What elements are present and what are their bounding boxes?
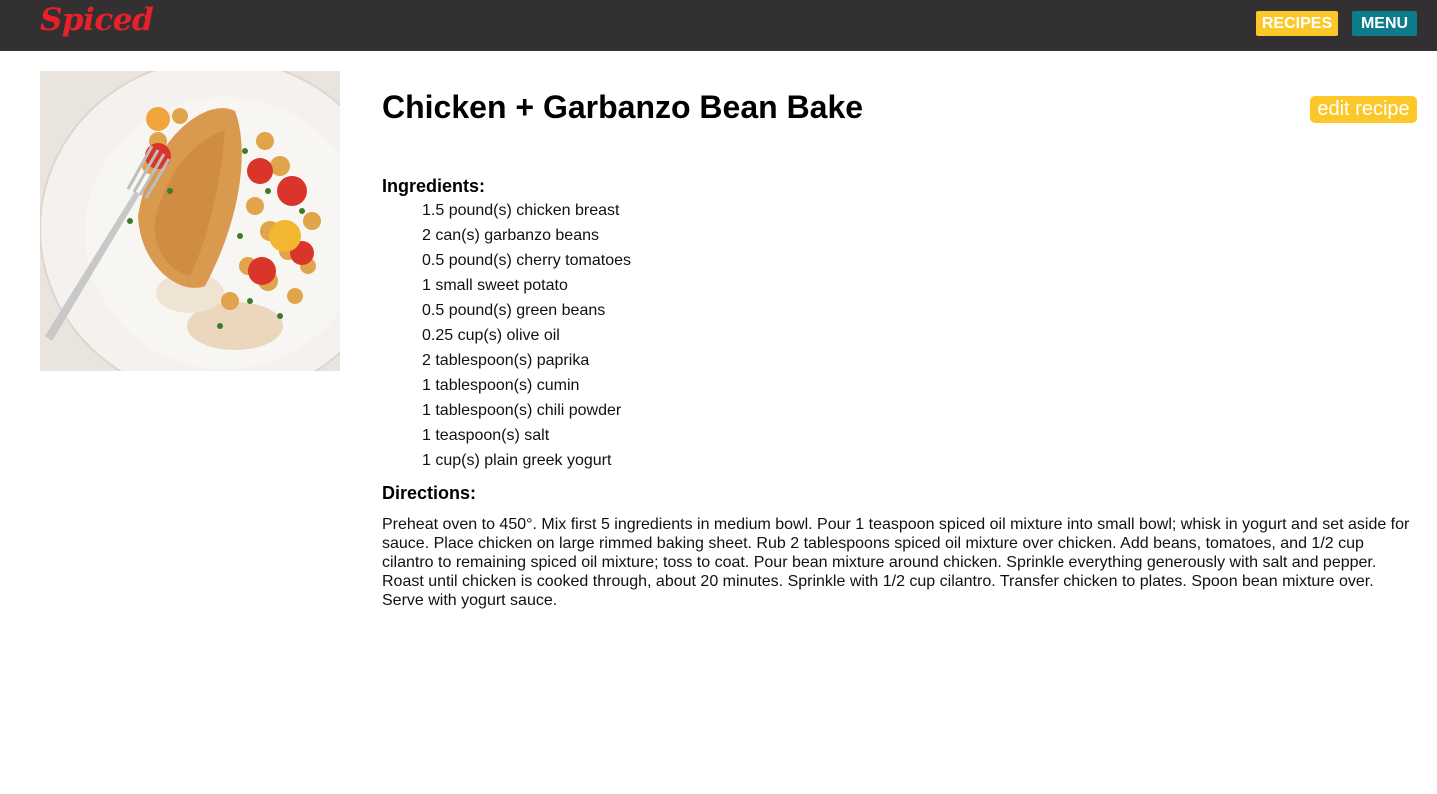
- ingredient-item: 0.5 pound(s) green beans: [422, 302, 606, 319]
- ingredient-item: 1.5 pound(s) chicken breast: [422, 202, 620, 219]
- recipe-title: Chicken + Garbanzo Bean Bake: [382, 89, 864, 125]
- directions-text: Preheat oven to 450°. Mix first 5 ingred…: [382, 516, 1410, 609]
- edit-recipe-button[interactable]: edit recipe: [1310, 96, 1417, 123]
- top-navbar: Spiced RECIPES MENU: [0, 0, 1437, 51]
- ingredient-item: 1 teaspoon(s) salt: [422, 427, 550, 444]
- ingredient-item: 1 tablespoon(s) cumin: [422, 377, 580, 394]
- ingredient-item: 0.5 pound(s) cherry tomatoes: [422, 252, 631, 269]
- recipes-button[interactable]: RECIPES: [1256, 11, 1338, 36]
- ingredient-item: 1 cup(s) plain greek yogurt: [422, 452, 612, 469]
- directions-heading: Directions:: [382, 483, 477, 503]
- ingredient-item: 0.25 cup(s) olive oil: [422, 327, 560, 344]
- recipe-photo: [40, 71, 340, 371]
- recipe-photo-image: [40, 71, 340, 371]
- ingredient-item: 2 tablespoon(s) paprika: [422, 352, 590, 369]
- menu-button[interactable]: MENU: [1352, 11, 1417, 36]
- ingredients-heading: Ingredients:: [382, 176, 486, 196]
- site-logo[interactable]: Spiced: [40, 2, 154, 38]
- ingredient-item: 2 can(s) garbanzo beans: [422, 227, 599, 244]
- ingredient-item: 1 tablespoon(s) chili powder: [422, 402, 622, 419]
- ingredients-list: 1.5 pound(s) chicken breast 2 can(s) gar…: [422, 201, 631, 476]
- ingredient-item: 1 small sweet potato: [422, 277, 568, 294]
